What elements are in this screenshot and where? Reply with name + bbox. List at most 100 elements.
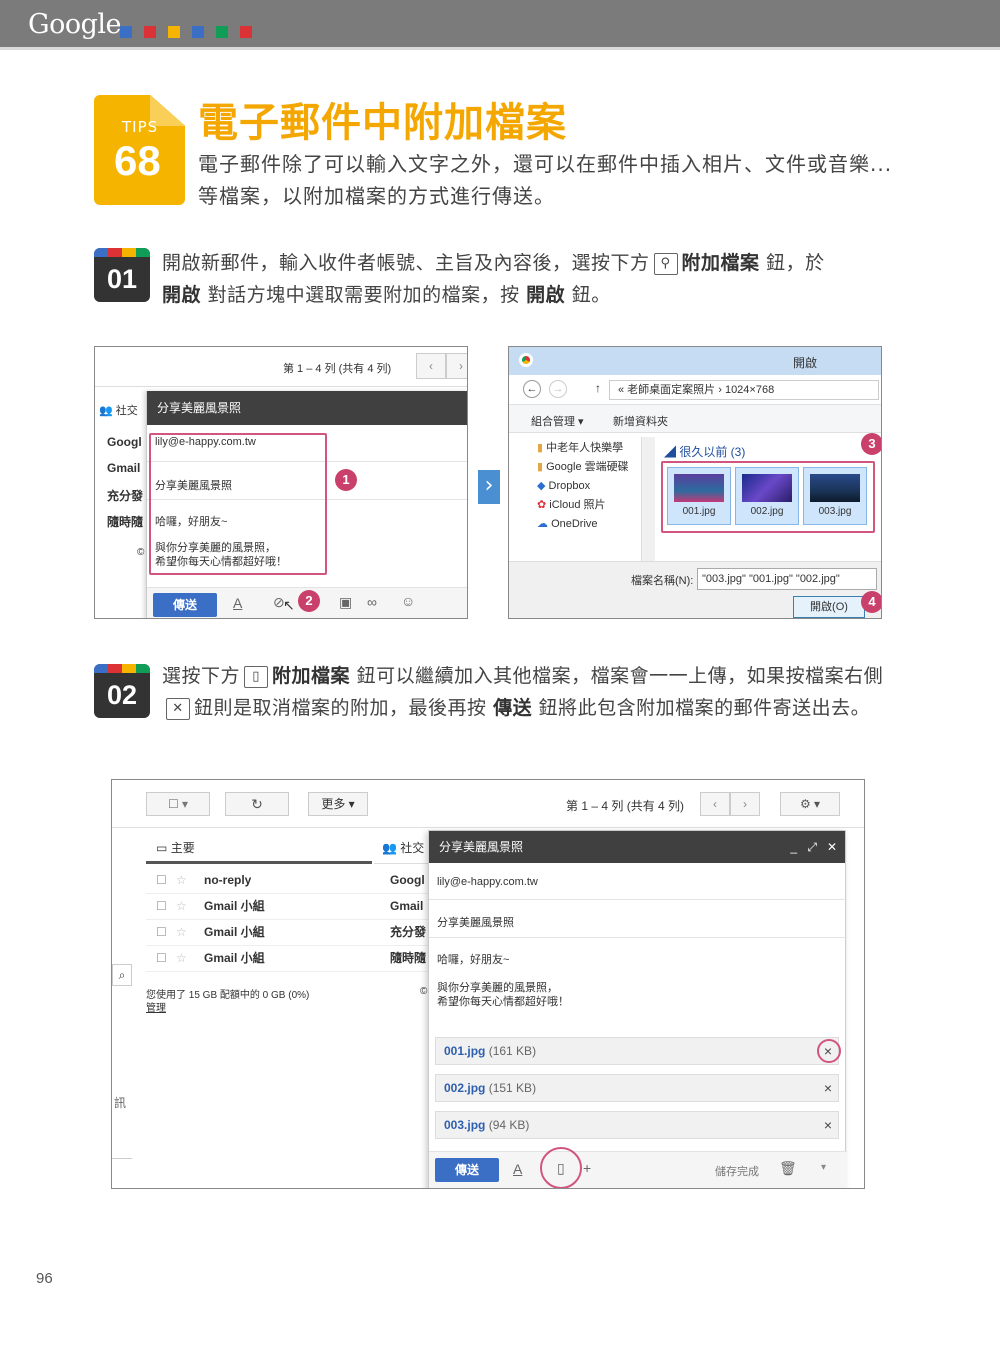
star-icon[interactable]: ☆ [176,894,187,918]
tab-social-label: 社交 [400,841,425,855]
send-button[interactable]: 傳送 [435,1158,499,1182]
folder-icon: ▮ [537,442,544,454]
plus-icon[interactable]: + [583,1160,591,1176]
list-item[interactable]: Gmail [107,461,140,475]
people-icon: 👥 [382,841,397,855]
close-icon: ✕ [166,697,190,720]
search-icon[interactable]: ⌕ [112,964,132,986]
next-arrow-icon: › [478,470,500,504]
body-line[interactable]: 希望你每天心情都超好哦！ [437,993,569,1009]
side-label: 訊 [114,1096,127,1110]
tree-label: 中老年人快樂學 [546,442,624,454]
back-icon[interactable]: ← [523,380,541,398]
tree-scrollbar[interactable] [641,437,655,561]
table-row[interactable]: ☐ ☆ no-reply Googl [146,868,436,894]
list-item[interactable]: Googl [107,435,142,449]
minimize-icon[interactable]: _ [790,831,797,863]
step-number: 01 [106,264,138,294]
compose-title: 分享美麗風景照 [147,391,467,425]
table-row[interactable]: ☐ ☆ Gmail 小組 充分發 [146,920,436,946]
send-button[interactable]: 傳送 [153,593,217,617]
remove-attachment-icon[interactable]: × [824,1112,832,1138]
next-page-button[interactable]: › [446,353,467,379]
tab-social[interactable]: 👥 社交 [374,836,434,864]
attach-file-icon: ▯ [244,665,269,688]
checkbox-icon[interactable]: ☐ [156,868,167,892]
close-icon[interactable]: ✕ [827,831,837,863]
compose-window: 分享美麗風景照 _ ⤢ ✕ lily@e-happy.com.tw 分享美麗風景… [428,830,847,1188]
checkbox-icon[interactable]: ☐ [156,920,167,944]
subject-field[interactable]: 分享美麗風景照 [437,914,514,930]
trash-icon[interactable]: 🗑 [779,1160,797,1177]
step-badge-01: 01 [94,248,150,302]
body-line[interactable]: 哈囉，好朋友~ [437,951,509,967]
table-row[interactable]: ☐ ☆ Gmail 小組 隨時隨 [146,946,436,972]
screenshot-open-dialog: 開啟 ← → ↑ « 老師桌面定案照片 › 1024×768 組合管理 ▾ 新增… [508,346,882,619]
star-icon[interactable]: ☆ [176,946,187,970]
square-blue-2 [192,26,204,38]
new-folder-button[interactable]: 新增資料夾 [613,413,668,429]
tree-label: Google 雲端硬碟 [546,461,629,473]
tab-social[interactable]: 👥 社交 [99,402,138,418]
list-item[interactable]: 隨時隨 [107,513,143,530]
checkbox-icon[interactable]: ☐ [156,946,167,970]
path-box[interactable]: « 老師桌面定案照片 › 1024×768 [609,380,879,400]
star-icon[interactable]: ☆ [176,868,187,892]
expand-icon[interactable]: ⤢ [807,831,817,863]
square-red-2 [240,26,252,38]
highlight-attach [540,1147,582,1188]
next-page-button[interactable]: › [730,792,760,816]
tree-label: Dropbox [548,480,591,492]
tab-primary[interactable]: ▭ 主要 [146,836,372,864]
step-badge-02: 02 [94,664,150,718]
tree-item[interactable]: ▮ 中老年人快樂學 [537,439,629,458]
refresh-icon[interactable]: ↻ [225,792,289,816]
image-icon[interactable]: ▣ [339,594,352,611]
prev-page-button[interactable]: ‹ [700,792,730,816]
tree-item[interactable]: ◆ Dropbox [537,477,629,496]
manage-link[interactable]: 管理 [146,999,166,1014]
star-icon[interactable]: ☆ [176,920,187,944]
up-icon[interactable]: ↑ [595,381,601,395]
more-button[interactable]: 更多 ▾ [308,792,368,816]
organize-menu[interactable]: 組合管理 ▾ [531,413,584,429]
format-text-icon[interactable]: A [233,595,242,611]
list-item[interactable]: 充分發 [107,487,143,504]
forward-icon[interactable]: → [549,380,567,398]
cursor-icon: ↖ [283,597,295,613]
dialog-title: 開啟 [793,356,818,370]
step1-bold-open: 開啟 [162,284,202,306]
emoji-icon[interactable]: ☺ [401,593,415,609]
attachment-item[interactable]: 001.jpg (161 KB) × [435,1037,839,1065]
filename-label: 檔案名稱(N): [631,575,694,587]
compose-title: 分享美麗風景照 [439,840,524,854]
screenshot-inbox-attachments: ☐ ▾ ↻ 更多 ▾ 第 1 – 4 列 (共有 4 列) ‹ › ⚙ ▾ ▭ … [111,779,865,1189]
select-checkbox-menu[interactable]: ☐ ▾ [146,792,210,816]
prev-page-button[interactable]: ‹ [416,353,446,379]
remove-attachment-icon[interactable]: × [824,1075,832,1101]
group-label: 很久以前 (3) [679,445,746,459]
checkbox-icon[interactable]: ☐ [156,894,167,918]
storage-usage: 您使用了 15 GB 配額中的 0 GB (0%) [146,990,310,1001]
attachment-item[interactable]: 003.jpg (94 KB) × [435,1111,839,1139]
more-options-icon[interactable]: ▾ [821,1162,826,1173]
tree-item[interactable]: ✿ iCloud 照片 [537,496,629,515]
highlight-fields [149,433,327,575]
open-button[interactable]: 開啟(O) [793,596,865,618]
brand-logo: Google [28,9,121,40]
tree-item[interactable]: ▮ Google 雲端硬碟 [537,458,629,477]
step2-bold-send: 傳送 [493,697,533,719]
callout-1: 1 [335,469,357,491]
row-sender: no-reply [204,873,252,887]
settings-gear-icon[interactable]: ⚙ ▾ [780,792,840,816]
step1-text-part: 鈕，於 [766,252,825,274]
dialog-footer: 檔案名稱(N): "003.jpg" "001.jpg" "002.jpg" 開… [509,561,881,618]
callout-3: 3 [861,433,881,455]
attachment-item[interactable]: 002.jpg (151 KB) × [435,1074,839,1102]
table-row[interactable]: ☐ ☆ Gmail 小組 Gmail [146,894,436,920]
filename-input[interactable]: "003.jpg" "001.jpg" "002.jpg" [697,568,877,590]
link-icon[interactable]: ∞ [367,594,377,610]
to-field[interactable]: lily@e-happy.com.tw [437,876,538,888]
format-text-icon[interactable]: A [513,1161,522,1177]
tree-item[interactable]: ☁ OneDrive [537,515,629,534]
